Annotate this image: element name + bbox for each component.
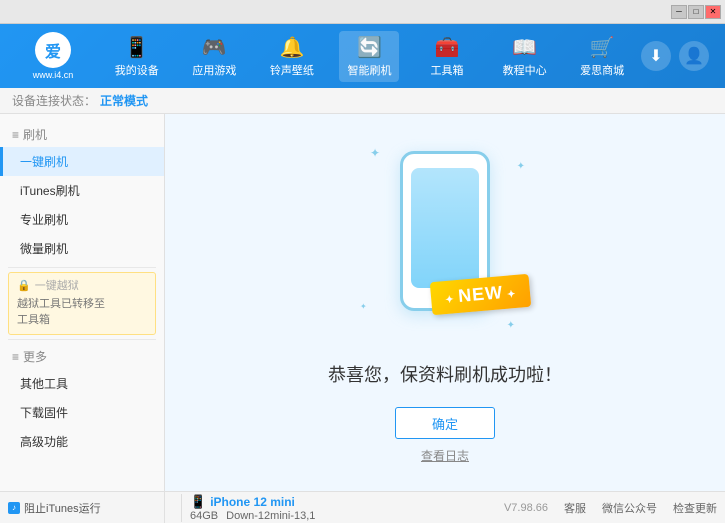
- lock-icon: 🔒: [17, 279, 31, 294]
- sidebar-divider-1: [8, 267, 156, 268]
- confirm-button[interactable]: 确定: [395, 407, 495, 439]
- support-link[interactable]: 客服: [564, 500, 586, 516]
- nav-item-ringtone[interactable]: 🔔 铃声壁纸: [262, 31, 322, 82]
- logo[interactable]: 爱 www.i4.cn: [8, 32, 98, 80]
- download-firmware-label: 下载固件: [20, 406, 68, 420]
- window-controls: ─ □ ✕: [671, 5, 721, 19]
- check-update-link[interactable]: 检查更新: [673, 500, 717, 516]
- nav-label-smart-flash: 智能刷机: [347, 62, 391, 78]
- device-icon: 📱: [124, 35, 149, 60]
- flash-section-label: 刷机: [23, 126, 47, 143]
- sidebar-section-flash: ≡ 刷机: [0, 122, 164, 147]
- version-label: V7.98.66: [504, 502, 548, 514]
- sidebar: ≡ 刷机 一键刷机 iTunes刷机 专业刷机 微量刷机 🔒 一键越狱 越狱工具…: [0, 114, 165, 491]
- nav-label-apps: 应用游戏: [192, 62, 236, 78]
- nav-items: 📱 我的设备 🎮 应用游戏 🔔 铃声壁纸 🔄 智能刷机 🧰 工具箱 📖 教程中心…: [98, 31, 641, 82]
- bottom-right: V7.98.66 客服 微信公众号 检查更新: [315, 500, 717, 516]
- view-log-link[interactable]: 查看日志: [421, 447, 469, 464]
- sidebar-section-more: ≡ 更多: [0, 344, 164, 369]
- itunes-label: iTunes刷机: [20, 184, 80, 198]
- toolbox-icon: 🧰: [435, 35, 460, 60]
- pro-flash-label: 专业刷机: [20, 213, 68, 227]
- flash-section-icon: ≡: [12, 128, 19, 142]
- sidebar-jailbreak-warning: 🔒 一键越狱 越狱工具已转移至工具箱: [8, 272, 156, 335]
- confirm-button-label: 确定: [432, 414, 458, 433]
- sidebar-item-advanced[interactable]: 高级功能: [0, 427, 164, 456]
- title-bar: ─ □ ✕: [0, 0, 725, 24]
- itunes-label: 阻止iTunes运行: [24, 500, 101, 516]
- itunes-bar: ♪ 阻止iTunes运行: [0, 491, 165, 523]
- tutorial-icon: 📖: [512, 35, 537, 60]
- smart-flash-icon: 🔄: [357, 35, 382, 60]
- status-value: 正常模式: [100, 92, 148, 109]
- nav-label-device: 我的设备: [115, 62, 159, 78]
- success-message: 恭喜您，保资料刷机成功啦！: [328, 361, 562, 387]
- more-section-label: 更多: [23, 348, 47, 365]
- nav-right-buttons: ⬇ 👤: [641, 41, 717, 71]
- download-button[interactable]: ⬇: [641, 41, 671, 71]
- profile-button[interactable]: 👤: [679, 41, 709, 71]
- sparkle-1: ✦: [370, 146, 380, 160]
- nav-item-toolbox[interactable]: 🧰 工具箱: [417, 31, 477, 82]
- nav-label-ringtone: 铃声壁纸: [270, 62, 314, 78]
- maximize-button[interactable]: □: [688, 5, 704, 19]
- more-section-icon: ≡: [12, 350, 19, 364]
- device-firmware: Down-12mini-13,1: [226, 510, 315, 522]
- device-info: 📱 iPhone 12 mini 64GB Down-12mini-13,1: [181, 494, 315, 522]
- top-navigation: 爱 www.i4.cn 📱 我的设备 🎮 应用游戏 🔔 铃声壁纸 🔄 智能刷机 …: [0, 24, 725, 88]
- store-icon: 🛒: [590, 35, 615, 60]
- minimize-button[interactable]: ─: [671, 5, 687, 19]
- nav-label-store: 爱思商城: [580, 62, 624, 78]
- close-button[interactable]: ✕: [705, 5, 721, 19]
- status-bar: 设备连接状态： 正常模式: [0, 88, 725, 114]
- sidebar-item-micro[interactable]: 微量刷机: [0, 234, 164, 263]
- micro-flash-label: 微量刷机: [20, 242, 68, 256]
- sidebar-divider-2: [8, 339, 156, 340]
- sidebar-item-other-tools[interactable]: 其他工具: [0, 369, 164, 398]
- device-storage: 64GB: [190, 510, 218, 522]
- sparkle-4: ✦: [507, 320, 515, 331]
- nav-item-store[interactable]: 🛒 爱思商城: [572, 31, 632, 82]
- phone-illustration: ✦ ✦ ✦ ✦ NEW: [355, 141, 535, 341]
- apps-icon: 🎮: [202, 35, 227, 60]
- nav-item-my-device[interactable]: 📱 我的设备: [107, 31, 167, 82]
- sparkle-2: ✦: [517, 161, 525, 172]
- status-label: 设备连接状态：: [12, 92, 96, 109]
- jailbreak-warning-text: 越狱工具已转移至工具箱: [17, 297, 147, 328]
- sidebar-item-itunes[interactable]: iTunes刷机: [0, 176, 164, 205]
- ringtone-icon: 🔔: [279, 35, 304, 60]
- wechat-link[interactable]: 微信公众号: [602, 500, 657, 516]
- nav-label-tutorial: 教程中心: [503, 62, 547, 78]
- other-tools-label: 其他工具: [20, 377, 68, 391]
- sparkle-3: ✦: [360, 302, 367, 311]
- logo-icon: 爱: [35, 32, 71, 68]
- nav-item-smart-flash[interactable]: 🔄 智能刷机: [339, 31, 399, 82]
- sidebar-item-one-click[interactable]: 一键刷机: [0, 147, 164, 176]
- sidebar-item-download-firmware[interactable]: 下载固件: [0, 398, 164, 427]
- logo-url: www.i4.cn: [33, 70, 74, 80]
- nav-item-tutorial[interactable]: 📖 教程中心: [495, 31, 555, 82]
- sidebar-item-pro[interactable]: 专业刷机: [0, 205, 164, 234]
- advanced-label: 高级功能: [20, 435, 68, 449]
- content-area: ✦ ✦ ✦ ✦ NEW 恭喜您，保资料刷机成功啦！ 确定 查看日志: [165, 114, 725, 491]
- device-icon-small: 📱: [190, 494, 206, 510]
- one-click-label: 一键刷机: [20, 155, 68, 169]
- jailbreak-label: 一键越狱: [35, 279, 79, 294]
- itunes-icon: ♪: [8, 502, 20, 514]
- main-area: ≡ 刷机 一键刷机 iTunes刷机 专业刷机 微量刷机 🔒 一键越狱 越狱工具…: [0, 114, 725, 491]
- nav-item-apps-games[interactable]: 🎮 应用游戏: [184, 31, 244, 82]
- nav-label-toolbox: 工具箱: [431, 62, 464, 78]
- phone-screen: [411, 168, 479, 288]
- device-name: iPhone 12 mini: [210, 495, 295, 509]
